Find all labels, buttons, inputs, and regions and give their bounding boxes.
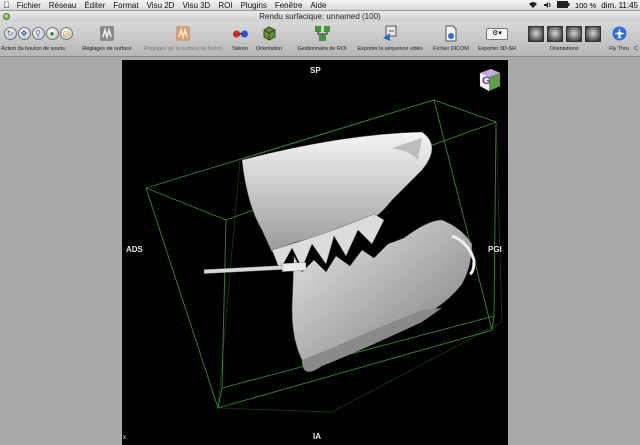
- menu-format[interactable]: Format: [109, 1, 142, 10]
- menu-bar:  Fichier Réseau Éditer Format Visu 2D V…: [0, 0, 640, 11]
- toolbar: ↻ ✥ ⚲ ● ◎ Action du bouton de souris Rég…: [0, 22, 640, 57]
- target-icon[interactable]: ◎: [59, 27, 73, 40]
- orientation-label-top: SP: [310, 66, 321, 75]
- roi-manager-icon: [314, 25, 331, 42]
- battery-icon[interactable]: [556, 1, 570, 10]
- orientations-label: Orientations: [549, 46, 579, 52]
- zoom-icon[interactable]: ⚲: [31, 27, 45, 40]
- export-3d-sr-label: Exporter 3D-SR: [477, 46, 517, 52]
- menu-visu-2d[interactable]: Visu 2D: [143, 1, 179, 10]
- orientations-group: Orientations: [522, 22, 606, 57]
- surface-settings-label: Réglages de surface: [82, 46, 132, 52]
- apple-menu-icon[interactable]: : [0, 0, 13, 10]
- menu-editer[interactable]: Éditer: [80, 1, 109, 10]
- volume-icon[interactable]: [543, 1, 552, 11]
- menu-visu-3d[interactable]: Visu 3D: [178, 1, 214, 10]
- sphere-icon[interactable]: ●: [45, 27, 59, 40]
- dicom-file-label: Fichier DICOM: [433, 46, 469, 52]
- battery-percent: 100 %: [574, 1, 597, 10]
- surface-settings-button[interactable]: Réglages de surface: [78, 22, 136, 57]
- orientation-axial-icon[interactable]: [527, 25, 544, 42]
- orientation-button[interactable]: Orientation: [252, 22, 286, 57]
- export-3d-sr-icon: ⚙▾: [486, 25, 508, 42]
- menu-fichier[interactable]: Fichier: [13, 1, 45, 10]
- export-3d-sr-button[interactable]: ⚙▾ Exporter 3D-SR: [474, 22, 520, 57]
- window-title: Rendu surfacique: unnamed (100): [259, 12, 381, 21]
- orientation-g-cube[interactable]: G: [476, 66, 502, 92]
- corner-marker: x: [123, 435, 126, 441]
- stereo-button[interactable]: Stéréo: [229, 22, 251, 57]
- orientation-cube-icon: [262, 25, 277, 42]
- orientation-label: Orientation: [255, 46, 283, 52]
- fly-thru-button[interactable]: Fly Thru: [606, 22, 632, 57]
- orientation-label-right: PGI: [488, 245, 502, 254]
- move-icon[interactable]: ✥: [17, 27, 31, 40]
- fusion-surface-icon: [175, 25, 191, 42]
- fly-thru-label: Fly Thru: [609, 46, 629, 52]
- orientation-sagittal-right-icon[interactable]: [584, 25, 601, 42]
- surface-render-viewport[interactable]: SP IA ADS PGI x G: [122, 60, 508, 445]
- orientation-presets: [527, 25, 601, 42]
- orientation-label-bottom: IA: [313, 432, 321, 441]
- menu-aide[interactable]: Aide: [306, 1, 330, 10]
- menu-roi[interactable]: ROI: [214, 1, 236, 10]
- fusion-surface-label: Réglages de la surface de fusion: [143, 46, 223, 52]
- status-area: 100 % dim. 11:45: [528, 0, 638, 11]
- mouse-action-tool[interactable]: ↻ ✥ ⚲ ● ◎ Action du bouton de souris: [0, 22, 76, 57]
- fusion-surface-settings-button[interactable]: Réglages de la surface de fusion: [138, 22, 228, 57]
- roi-manager-label: Gestionnaire de ROI: [297, 46, 347, 52]
- airplane-icon: [612, 25, 627, 42]
- dicom-file-icon: [444, 25, 458, 42]
- menu-reseau[interactable]: Réseau: [45, 1, 81, 10]
- roi-manager-button[interactable]: Gestionnaire de ROI: [293, 22, 351, 57]
- orientation-label-left: ADS: [126, 245, 143, 254]
- gear-popup-icon: ⚙▾: [486, 27, 508, 40]
- dicom-file-button[interactable]: Fichier DICOM: [429, 22, 473, 57]
- render-scene: [145, 99, 503, 413]
- stereo-label: Stéréo: [232, 46, 248, 52]
- orientation-sagittal-left-icon[interactable]: [565, 25, 582, 42]
- window-zoom-button[interactable]: [3, 13, 10, 20]
- menu-clock[interactable]: dim. 11:45: [601, 1, 638, 10]
- mouse-action-label: Action du bouton de souris: [1, 46, 65, 52]
- rotate-icon[interactable]: ↻: [3, 27, 17, 40]
- menu-plugins[interactable]: Plugins: [237, 1, 271, 10]
- wireless-icon[interactable]: [528, 1, 538, 11]
- export-video-button[interactable]: Exporter la séquence vidéo: [353, 22, 427, 57]
- truncated-tool-label: C: [634, 46, 638, 52]
- export-video-label: Exporter la séquence vidéo: [357, 46, 423, 52]
- window-title-bar: Rendu surfacique: unnamed (100): [0, 11, 640, 22]
- truncated-tool[interactable]: C: [632, 22, 640, 57]
- export-video-icon: [382, 25, 399, 42]
- g-cube-letter: G: [482, 75, 491, 87]
- menu-fenetre[interactable]: Fenêtre: [271, 1, 307, 10]
- surface-icon: [99, 25, 115, 42]
- orientation-coronal-icon[interactable]: [546, 25, 563, 42]
- stereo-glasses-icon: [232, 25, 249, 42]
- implant-rod: [203, 262, 307, 274]
- mouse-action-icons: ↻ ✥ ⚲ ● ◎: [3, 25, 73, 42]
